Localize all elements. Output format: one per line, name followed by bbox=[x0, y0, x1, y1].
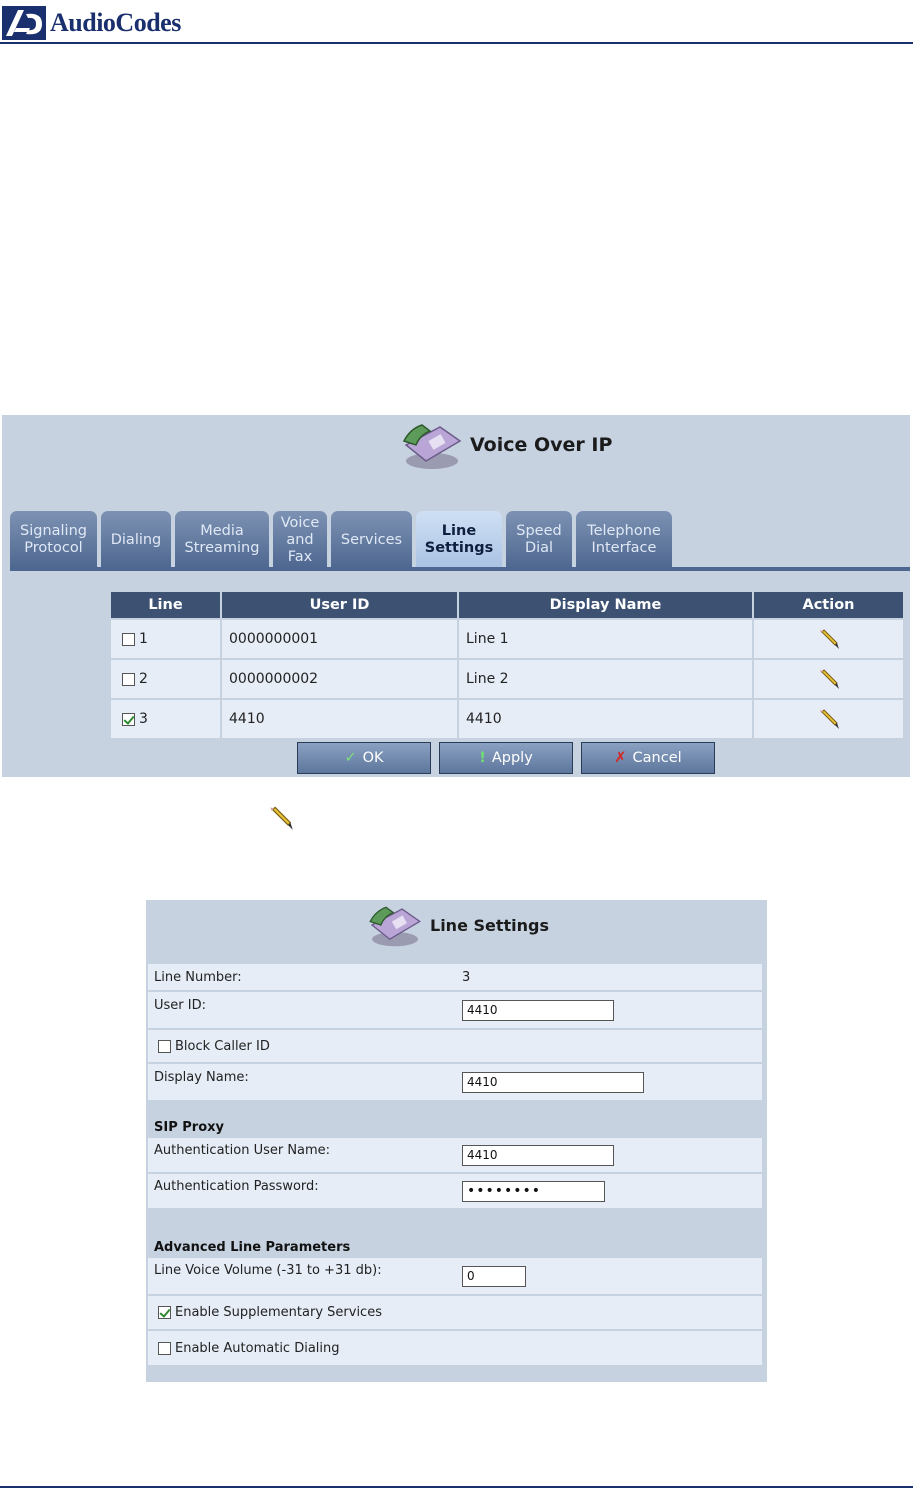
line-cell: 2 bbox=[111, 660, 220, 698]
ok-button-label: OK bbox=[362, 750, 384, 766]
line-number-value: 3 bbox=[462, 969, 471, 985]
edit-pencil-icon bbox=[270, 806, 293, 830]
apply-button[interactable]: ! Apply bbox=[439, 742, 573, 774]
tab-speed-dial[interactable]: Speed Dial bbox=[506, 511, 572, 569]
user-id-row: User ID: bbox=[148, 992, 762, 1028]
user-id-cell: 0000000001 bbox=[222, 620, 457, 658]
line-cell: 3 bbox=[111, 700, 220, 738]
table-row: 1 0000000001 Line 1 bbox=[111, 620, 903, 658]
auth-password-row: Authentication Password: •••••••• bbox=[148, 1174, 762, 1208]
line-number-row: Line Number: 3 bbox=[148, 964, 762, 990]
line-number: 3 bbox=[139, 711, 148, 727]
ok-button[interactable]: ✓ OK bbox=[297, 742, 431, 774]
footer-divider bbox=[0, 1486, 913, 1488]
tab-dialing[interactable]: Dialing bbox=[101, 511, 171, 569]
column-header-user-id: User ID bbox=[222, 592, 457, 618]
display-name-cell: Line 1 bbox=[459, 620, 752, 658]
cancel-button[interactable]: ✗ Cancel bbox=[581, 742, 715, 774]
cancel-button-label: Cancel bbox=[632, 750, 682, 766]
line-settings-screen: Line Settings Line Number: 3 User ID: Bl… bbox=[146, 900, 767, 1382]
tab-media-streaming[interactable]: Media Streaming bbox=[175, 511, 269, 569]
table-row: 3 4410 4410 bbox=[111, 700, 903, 738]
checkmark-icon: ✓ bbox=[344, 750, 357, 766]
supplementary-services-checkbox[interactable] bbox=[158, 1306, 171, 1319]
phone-icon bbox=[402, 424, 462, 469]
voip-screen: Voice Over IP Signaling Protocol Dialing… bbox=[2, 415, 910, 777]
display-name-row: Display Name: bbox=[148, 1064, 762, 1100]
tab-line-settings[interactable]: Line Settings bbox=[416, 511, 502, 569]
volume-label: Line Voice Volume (-31 to +31 db): bbox=[154, 1263, 382, 1278]
edit-pencil-icon[interactable] bbox=[818, 628, 840, 650]
volume-input[interactable] bbox=[462, 1265, 526, 1287]
line-settings-form: Line Number: 3 User ID: Block Caller ID … bbox=[148, 964, 762, 1367]
line-number-label: Line Number: bbox=[154, 969, 242, 985]
supplementary-services-row: Enable Supplementary Services bbox=[148, 1296, 762, 1329]
block-caller-id-checkbox[interactable] bbox=[158, 1039, 171, 1053]
audiocodes-logo-icon bbox=[2, 6, 46, 40]
page-title: Line Settings bbox=[430, 915, 550, 935]
line-number: 2 bbox=[139, 671, 148, 687]
display-name-cell: 4410 bbox=[459, 700, 752, 738]
display-name-input[interactable] bbox=[462, 1071, 644, 1093]
user-id-cell: 0000000002 bbox=[222, 660, 457, 698]
tab-bar-underline bbox=[10, 567, 910, 571]
tab-telephone-interface[interactable]: Telephone Interface bbox=[576, 511, 672, 569]
supplementary-services-label: Enable Supplementary Services bbox=[175, 1305, 382, 1320]
auth-user-row: Authentication User Name: bbox=[148, 1138, 762, 1172]
user-id-cell: 4410 bbox=[222, 700, 457, 738]
brand-name: AudioCodes bbox=[50, 8, 181, 37]
table-row: 2 0000000002 Line 2 bbox=[111, 660, 903, 698]
automatic-dialing-checkbox[interactable] bbox=[158, 1341, 171, 1355]
line-cell: 1 bbox=[111, 620, 220, 658]
column-header-display-name: Display Name bbox=[459, 592, 752, 618]
auth-password-label: Authentication Password: bbox=[154, 1179, 319, 1194]
line-number: 1 bbox=[139, 631, 148, 647]
block-caller-id-row: Block Caller ID bbox=[148, 1030, 762, 1062]
auth-user-input[interactable] bbox=[462, 1144, 614, 1166]
display-name-label: Display Name: bbox=[154, 1070, 249, 1085]
automatic-dialing-label: Enable Automatic Dialing bbox=[175, 1340, 340, 1356]
line-checkbox[interactable] bbox=[122, 632, 135, 646]
header-divider bbox=[0, 42, 913, 44]
line-settings-title-bar: Line Settings bbox=[366, 902, 549, 948]
action-buttons: ✓ OK ! Apply ✗ Cancel bbox=[297, 742, 723, 774]
cross-icon: ✗ bbox=[614, 750, 627, 766]
action-cell bbox=[754, 660, 903, 698]
page-title: Voice Over IP bbox=[470, 434, 613, 456]
sip-proxy-section-title: SIP Proxy bbox=[154, 1120, 224, 1135]
tab-voice-and-fax[interactable]: Voice and Fax bbox=[273, 511, 327, 569]
edit-pencil-icon[interactable] bbox=[818, 668, 840, 690]
volume-row: Line Voice Volume (-31 to +31 db): bbox=[148, 1258, 762, 1294]
exclamation-icon: ! bbox=[479, 750, 486, 766]
column-header-action: Action bbox=[754, 592, 903, 618]
column-header-line: Line bbox=[111, 592, 220, 618]
action-cell bbox=[754, 700, 903, 738]
lines-table: Line User ID Display Name Action 1 00000… bbox=[109, 590, 905, 740]
auth-password-input[interactable]: •••••••• bbox=[462, 1180, 605, 1202]
automatic-dialing-row: Enable Automatic Dialing bbox=[148, 1331, 762, 1365]
display-name-cell: Line 2 bbox=[459, 660, 752, 698]
phone-icon bbox=[369, 906, 421, 947]
voip-title-bar: Voice Over IP bbox=[400, 421, 612, 469]
line-checkbox[interactable] bbox=[122, 712, 135, 726]
audiocodes-logo: AudioCodes bbox=[2, 6, 181, 40]
line-checkbox[interactable] bbox=[122, 672, 135, 686]
tab-services[interactable]: Services bbox=[331, 511, 412, 569]
voip-tabs: Signaling Protocol Dialing Media Streami… bbox=[10, 511, 676, 569]
auth-user-label: Authentication User Name: bbox=[154, 1143, 331, 1158]
edit-pencil-icon[interactable] bbox=[818, 708, 840, 730]
action-cell bbox=[754, 620, 903, 658]
advanced-section-title: Advanced Line Parameters bbox=[154, 1240, 351, 1255]
tab-signaling-protocol[interactable]: Signaling Protocol bbox=[10, 511, 97, 569]
user-id-label: User ID: bbox=[154, 998, 206, 1013]
block-caller-id-label: Block Caller ID bbox=[175, 1038, 270, 1054]
apply-button-label: Apply bbox=[491, 750, 533, 766]
user-id-input[interactable] bbox=[462, 999, 614, 1021]
